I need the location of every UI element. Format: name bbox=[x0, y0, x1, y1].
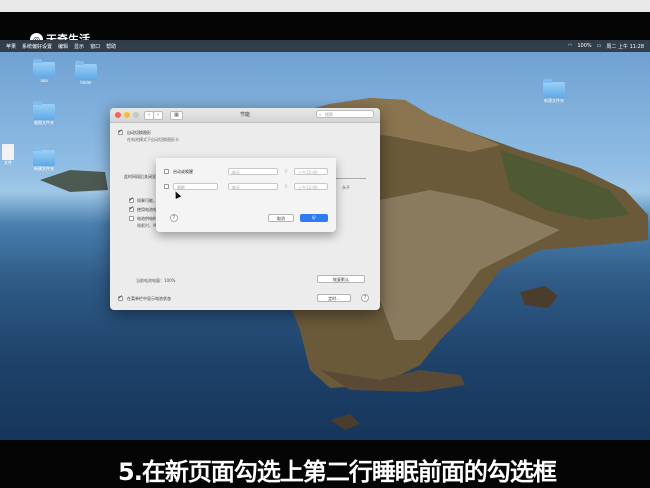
ok-button[interactable]: 好 bbox=[300, 214, 328, 222]
folder-icon bbox=[543, 79, 565, 98]
battery-status-text: 当前电池电量：100% bbox=[136, 278, 176, 283]
search-placeholder: 搜索 bbox=[325, 112, 333, 117]
slider-end-label: 永不 bbox=[342, 185, 350, 190]
menu-bar: 苹果 系统偏好设置 编辑 显示 窗口 帮助 ◠ 100% ▭ 周二 上午 11:… bbox=[0, 40, 650, 52]
window-titlebar[interactable]: ‹ › ▦ 节能 ⌕ 搜索 bbox=[110, 108, 380, 123]
desktop-icon-label: 截图文件夹 bbox=[34, 120, 54, 125]
folder-icon bbox=[33, 147, 55, 166]
subtitle-text: 5.在新页面勾选上第二行睡眠前面的勾选框 bbox=[118, 458, 557, 486]
sheet-help-button[interactable]: ? bbox=[170, 214, 178, 222]
schedule-sheet: 启动或唤醒 每天 于 上午12:00 睡眠 每天 于 上午12:00 ? 取消 … bbox=[156, 158, 336, 232]
menu-help[interactable]: 帮助 bbox=[106, 43, 116, 50]
show-battery-status-checkbox[interactable] bbox=[118, 294, 123, 301]
hard-disk-sleep-checkbox[interactable] bbox=[129, 196, 134, 203]
sleep-at-text: 于 bbox=[284, 184, 288, 189]
search-icon: ⌕ bbox=[319, 112, 322, 117]
battery-percent[interactable]: 100% bbox=[577, 43, 591, 50]
sleep-time-field[interactable]: 上午12:00 bbox=[294, 183, 328, 190]
desktop-icon-label: 新建文件夹 bbox=[34, 166, 54, 171]
show-battery-status-label: 在菜单栏中显示电池状态 bbox=[127, 296, 171, 301]
menu-system-preferences[interactable]: 系统偏好设置 bbox=[22, 43, 52, 50]
startup-wake-at-text: 于 bbox=[284, 169, 288, 174]
menu-view[interactable]: 显示 bbox=[74, 43, 84, 50]
desktop-icon-file[interactable]: 文件 bbox=[0, 144, 24, 166]
folder-icon bbox=[75, 61, 97, 80]
wifi-icon[interactable]: ◠ bbox=[568, 43, 572, 50]
schedule-button[interactable]: 定时... bbox=[317, 294, 351, 302]
desktop-icon-folder[interactable]: folder bbox=[70, 61, 102, 85]
sleep-checkbox[interactable] bbox=[164, 184, 169, 189]
desktop-icon-aaa[interactable]: aaa bbox=[28, 59, 60, 83]
desktop-icon-new-folder-right[interactable]: 新建文件夹 bbox=[538, 79, 570, 104]
folder-icon bbox=[33, 59, 55, 78]
startup-wake-day-popup[interactable]: 每天 bbox=[228, 168, 278, 175]
restore-defaults-button[interactable]: 恢复默认 bbox=[317, 275, 365, 283]
startup-wake-label: 启动或唤醒 bbox=[173, 169, 193, 174]
desktop-icon-screenshots[interactable]: 截图文件夹 bbox=[28, 101, 60, 126]
subtitle-band: 5.在新页面勾选上第二行睡眠前面的勾选框 bbox=[0, 440, 650, 488]
menu-edit[interactable]: 编辑 bbox=[58, 43, 68, 50]
desktop-icon-label: 新建文件夹 bbox=[544, 98, 564, 103]
menu-window[interactable]: 窗口 bbox=[90, 43, 100, 50]
dim-display-checkbox[interactable] bbox=[129, 205, 134, 212]
sleep-day-popup[interactable]: 每天 bbox=[228, 183, 278, 190]
sleep-action-popup[interactable]: 睡眠 bbox=[173, 183, 218, 190]
top-frame bbox=[0, 0, 650, 12]
battery-icon[interactable]: ▭ bbox=[597, 43, 602, 50]
desktop-icon-label: folder bbox=[80, 80, 92, 85]
desktop-icon-label: 文件 bbox=[4, 160, 12, 165]
search-field[interactable]: ⌕ 搜索 bbox=[316, 110, 374, 118]
top-black-band bbox=[0, 12, 650, 40]
power-nap-checkbox[interactable] bbox=[129, 216, 134, 221]
auto-switch-graphics-checkbox[interactable] bbox=[118, 128, 123, 135]
auto-switch-graphics-desc: 在电池模式下自动切换图形卡 bbox=[127, 137, 179, 142]
help-button[interactable]: ? bbox=[361, 294, 369, 302]
desktop-icon-new-folder[interactable]: 新建文件夹 bbox=[28, 147, 60, 172]
auto-switch-graphics-label: 自动切换图形 bbox=[127, 130, 151, 135]
clock[interactable]: 周二 上午 11:28 bbox=[606, 43, 644, 50]
startup-wake-checkbox[interactable] bbox=[164, 169, 169, 174]
desktop-icon-label: aaa bbox=[40, 78, 48, 83]
menu-apple[interactable]: 苹果 bbox=[6, 43, 16, 50]
folder-icon bbox=[33, 101, 55, 120]
startup-wake-time-field[interactable]: 上午12:00 bbox=[294, 168, 328, 175]
cancel-button[interactable]: 取消 bbox=[268, 214, 294, 222]
document-icon bbox=[2, 144, 14, 160]
